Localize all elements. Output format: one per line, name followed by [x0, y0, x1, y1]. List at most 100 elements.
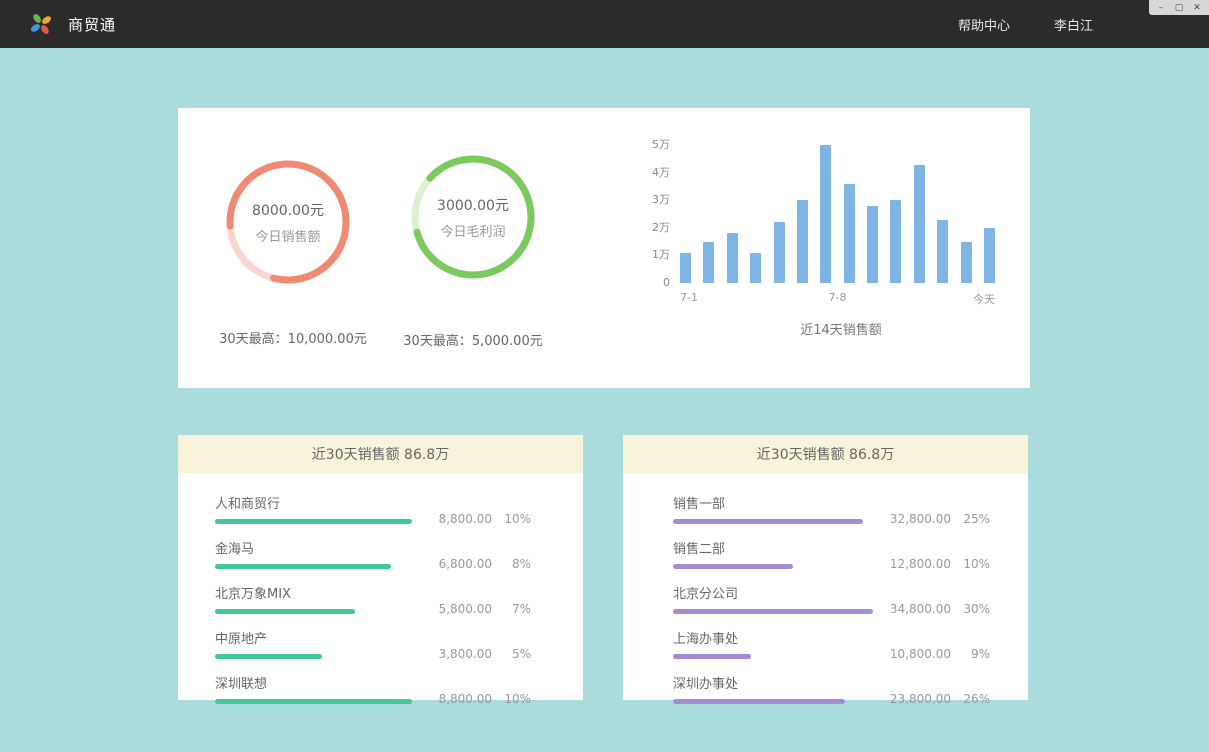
- percent: 10%: [501, 512, 531, 526]
- today-profit-label: 今日毛利润: [440, 221, 505, 240]
- amount: 8,800.00: [420, 512, 492, 526]
- department-name: 北京分公司: [673, 583, 873, 602]
- bar: [844, 184, 855, 283]
- progress-bar: [215, 609, 355, 614]
- departments-sales-panel: 近30天销售额 86.8万 销售一部 32,800.00 25% 销售二部 12,…: [623, 435, 1028, 700]
- percent: 25%: [960, 512, 990, 526]
- x-tick-last: 今天: [973, 291, 995, 307]
- bar-chart-bars: [680, 145, 995, 283]
- minimize-icon[interactable]: –: [1154, 2, 1168, 14]
- customer-name: 人和商贸行: [215, 493, 412, 512]
- progress-bar: [673, 699, 845, 704]
- chart-caption: 近14天销售额: [680, 319, 1002, 338]
- bar: [890, 200, 901, 283]
- percent: 26%: [960, 692, 990, 706]
- bar: [703, 242, 714, 283]
- bar-chart-y-axis: 5万 4万 3万 2万 1万 0: [642, 138, 670, 290]
- close-icon[interactable]: ✕: [1190, 2, 1204, 14]
- department-name: 销售一部: [673, 493, 863, 512]
- y-tick: 3万: [642, 193, 670, 207]
- list-item: 深圳联想 8,800.00 10%: [215, 673, 531, 704]
- x-tick-middle: 7-8: [829, 291, 847, 304]
- progress-bar: [673, 564, 793, 569]
- bar: [984, 228, 995, 283]
- amount: 6,800.00: [420, 557, 492, 571]
- customer-name: 深圳联想: [215, 673, 412, 692]
- list-item: 深圳办事处 23,800.00 26%: [673, 673, 990, 704]
- percent: 30%: [960, 602, 990, 616]
- profit-30d-max: 30天最高：5,000.00元: [363, 330, 583, 349]
- bar: [727, 233, 738, 283]
- bar: [867, 206, 878, 283]
- titlebar: 商贸通 帮助中心 李白江 – ▢ ✕: [0, 0, 1209, 48]
- bar: [914, 165, 925, 283]
- y-tick: 0: [642, 276, 670, 290]
- y-tick: 5万: [642, 138, 670, 152]
- amount: 5,800.00: [420, 602, 492, 616]
- progress-bar: [673, 519, 863, 524]
- progress-bar: [215, 654, 322, 659]
- amount: 23,800.00: [879, 692, 951, 706]
- amount: 3,800.00: [420, 647, 492, 661]
- department-name: 深圳办事处: [673, 673, 845, 692]
- amount: 32,800.00: [879, 512, 951, 526]
- amount: 8,800.00: [420, 692, 492, 706]
- percent: 8%: [501, 557, 531, 571]
- amount: 34,800.00: [879, 602, 951, 616]
- bar: [774, 222, 785, 283]
- amount: 10,800.00: [879, 647, 951, 661]
- customer-name: 中原地产: [215, 628, 322, 647]
- department-name: 上海办事处: [673, 628, 751, 647]
- bar-chart-plot: 7-1 7-8 今天: [680, 145, 995, 305]
- today-profit-value: 3000.00元: [437, 195, 509, 215]
- progress-bar: [215, 564, 391, 569]
- bar: [937, 220, 948, 283]
- y-tick: 1万: [642, 248, 670, 262]
- list-item: 北京万象MIX 5,800.00 7%: [215, 583, 531, 614]
- customer-name: 北京万象MIX: [215, 583, 355, 602]
- today-sales-value: 8000.00元: [252, 200, 324, 220]
- percent: 7%: [501, 602, 531, 616]
- list-item: 销售一部 32,800.00 25%: [673, 493, 990, 524]
- window-controls: – ▢ ✕: [1149, 0, 1209, 15]
- list-item: 中原地产 3,800.00 5%: [215, 628, 531, 659]
- app-title: 商贸通: [68, 14, 116, 35]
- list-item: 上海办事处 10,800.00 9%: [673, 628, 990, 659]
- list-item: 人和商贸行 8,800.00 10%: [215, 493, 531, 524]
- user-name-link[interactable]: 李白江: [1054, 15, 1093, 34]
- today-profit-donut: 3000.00元 今日毛利润: [411, 155, 535, 279]
- x-tick-first: 7-1: [680, 291, 698, 304]
- progress-bar: [673, 654, 751, 659]
- app-logo-icon: [28, 11, 54, 37]
- percent: 10%: [501, 692, 531, 706]
- help-center-link[interactable]: 帮助中心: [958, 15, 1010, 34]
- customer-name: 金海马: [215, 538, 391, 557]
- titlebar-right: 帮助中心 李白江: [958, 15, 1209, 34]
- maximize-icon[interactable]: ▢: [1172, 2, 1186, 14]
- y-tick: 4万: [642, 166, 670, 180]
- bar: [797, 200, 808, 283]
- bar: [750, 253, 761, 283]
- progress-bar: [215, 699, 412, 704]
- customers-sales-panel: 近30天销售额 86.8万 人和商贸行 8,800.0010% 金海马 6,80…: [178, 435, 583, 700]
- bar: [680, 253, 691, 283]
- bar: [820, 145, 831, 283]
- app-window: 商贸通 帮助中心 李白江 – ▢ ✕ 8000.00元 今日销售额 30天最高：…: [0, 0, 1209, 752]
- list-item: 北京分公司 34,800.00 30%: [673, 583, 990, 614]
- bar-chart-x-axis: 7-1 7-8 今天: [680, 283, 995, 305]
- percent: 5%: [501, 647, 531, 661]
- list-item: 销售二部 12,800.00 10%: [673, 538, 990, 569]
- departments-panel-title: 近30天销售额 86.8万: [623, 435, 1028, 473]
- department-name: 销售二部: [673, 538, 793, 557]
- customers-list: 人和商贸行 8,800.00 10% 金海马 6,800.00 8% 北京万象MIX…: [178, 473, 583, 704]
- progress-bar: [673, 609, 873, 614]
- percent: 10%: [960, 557, 990, 571]
- today-sales-donut: 8000.00元 今日销售额: [226, 160, 350, 284]
- y-tick: 2万: [642, 221, 670, 235]
- departments-list: 销售一部 32,800.00 25% 销售二部 12,800.00 10% 北京分公…: [623, 473, 1028, 704]
- summary-panel: 8000.00元 今日销售额 30天最高：10,000.00元 3000.00元…: [178, 108, 1030, 388]
- today-sales-label: 今日销售额: [255, 226, 320, 245]
- percent: 9%: [960, 647, 990, 661]
- amount: 12,800.00: [879, 557, 951, 571]
- bar: [961, 242, 972, 283]
